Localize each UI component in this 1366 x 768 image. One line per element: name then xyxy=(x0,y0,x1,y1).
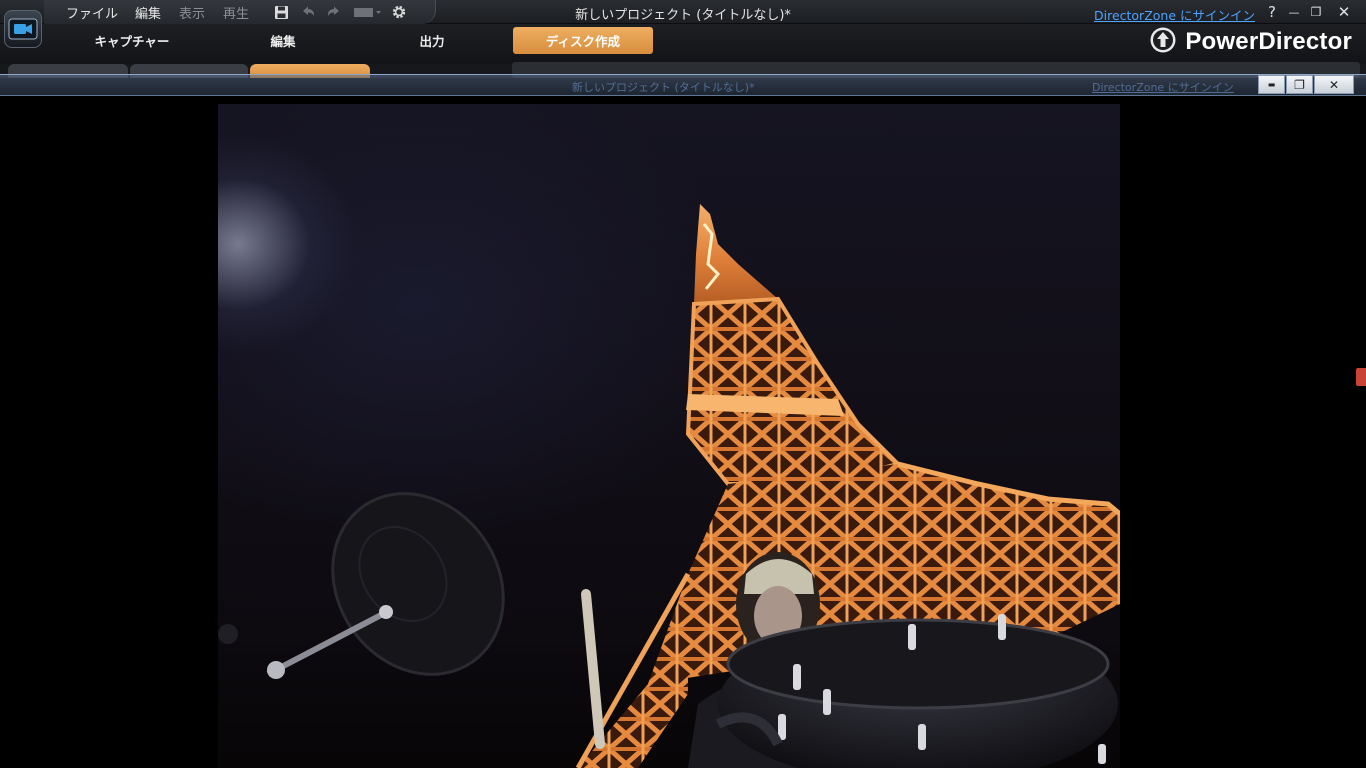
player-ghost-signin: DirectorZone にサインイン xyxy=(1092,81,1234,94)
menu-view[interactable]: 表示 xyxy=(179,3,205,22)
redo-icon[interactable] xyxy=(326,4,342,20)
title-menu-bar: ファイル 編集 表示 再生 新しいプロジェクト (タイトルなし)* Direct… xyxy=(0,0,1366,24)
restore-button[interactable]: ❐ xyxy=(1306,3,1326,21)
player-window-bar: 新しいプロジェクト (タイトルなし)* DirectorZone にサインイン … xyxy=(0,74,1366,96)
menu-edit[interactable]: 編集 xyxy=(135,3,161,22)
player-window-controls: ▬ ❐ ✕ xyxy=(1257,75,1354,96)
help-button[interactable]: ? xyxy=(1262,3,1282,21)
brand-name: PowerDirector xyxy=(1185,28,1352,55)
player-close-button[interactable]: ✕ xyxy=(1314,75,1354,94)
tab-edit[interactable]: 編集 xyxy=(213,27,353,54)
player-minimize-button[interactable]: ▬ xyxy=(1258,75,1285,94)
menu-file[interactable]: ファイル xyxy=(66,3,118,22)
floppy-disk-icon[interactable] xyxy=(273,4,289,20)
undo-icon[interactable] xyxy=(300,4,316,20)
gear-icon[interactable] xyxy=(391,4,407,20)
player-restore-button[interactable]: ❐ xyxy=(1286,75,1313,94)
monitor-dropdown-icon[interactable] xyxy=(354,4,382,20)
tab-create-disc[interactable]: ディスク作成 xyxy=(513,27,653,54)
menu-playback[interactable]: 再生 xyxy=(223,3,249,22)
right-scroll-edge xyxy=(1356,96,1366,768)
directorzone-signin-link[interactable]: DirectorZone にサインイン xyxy=(1094,5,1255,24)
menu-strip: ファイル 編集 表示 再生 xyxy=(44,0,436,24)
minimize-button[interactable]: — xyxy=(1284,3,1304,21)
red-marker[interactable] xyxy=(1356,368,1366,386)
tab-produce[interactable]: 出力 xyxy=(362,27,502,54)
powerdirector-brand: PowerDirector xyxy=(1149,27,1352,57)
mode-bar: キャプチャー 編集 出力 ディスク作成 PowerDirector xyxy=(0,24,1366,64)
video-frame xyxy=(218,104,1120,768)
upload-circle-icon xyxy=(1149,26,1177,58)
close-button[interactable]: ✕ xyxy=(1334,3,1354,21)
tab-capture[interactable]: キャプチャー xyxy=(62,27,202,54)
powerdirector-app-icon xyxy=(4,10,42,48)
player-ghost-title: 新しいプロジェクト (タイトルなし)* xyxy=(572,81,755,94)
night-tower-scene xyxy=(218,204,1120,768)
video-preview-area[interactable] xyxy=(0,96,1356,768)
